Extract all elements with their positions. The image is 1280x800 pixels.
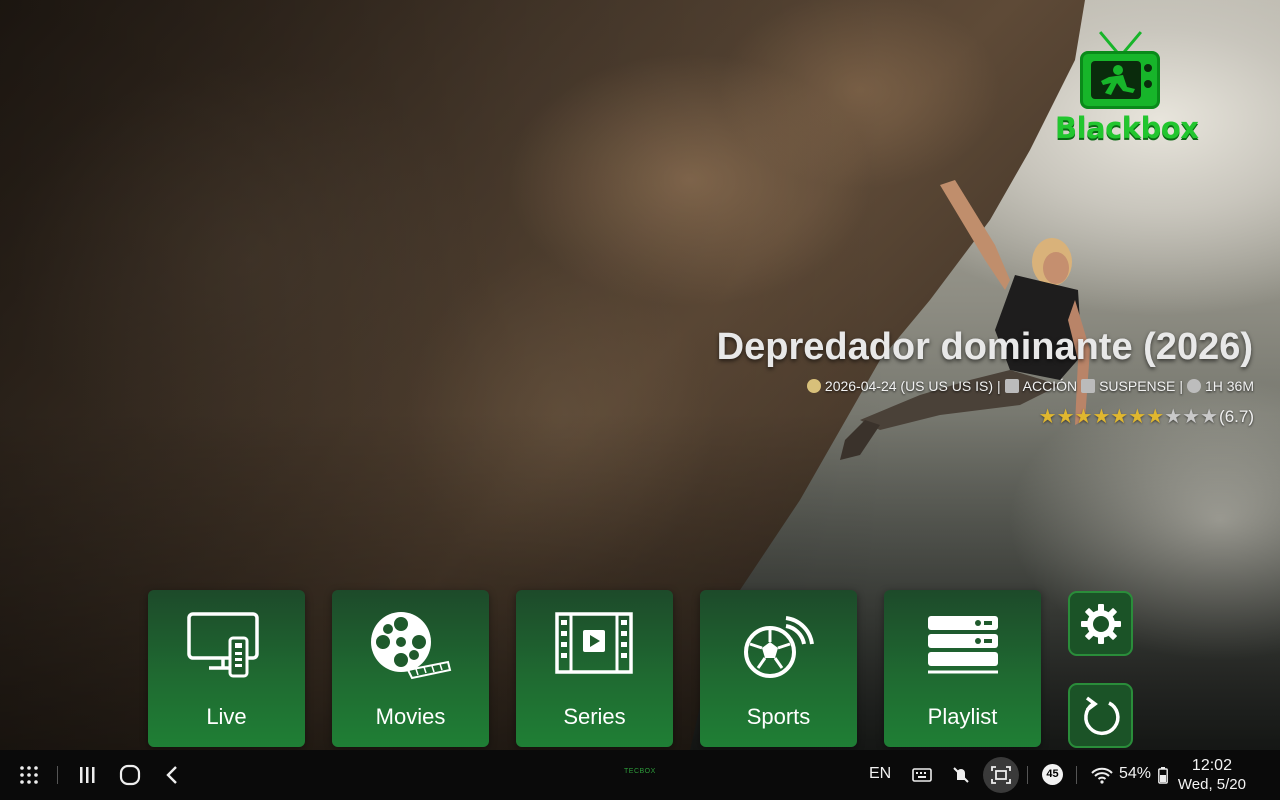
logo-tv-screen xyxy=(1091,61,1141,99)
apps-grid-button[interactable] xyxy=(18,763,40,787)
star-filled-icon: ★ xyxy=(1056,406,1075,428)
film-strip-play-icon xyxy=(555,612,633,674)
playlist-server-icon xyxy=(928,616,998,674)
meta-separator: | xyxy=(996,378,1001,394)
clock-time: 12:02 xyxy=(1191,757,1232,774)
center-logo: TECBOX xyxy=(624,768,656,775)
settings-button[interactable] xyxy=(1068,591,1133,656)
nav-divider xyxy=(57,766,58,784)
battery-percent: 54% xyxy=(1119,765,1152,782)
star-filled-icon: ★ xyxy=(1074,406,1093,428)
screen-capture-icon xyxy=(991,766,1011,784)
release-date: 2026-04-24 (US US US IS) xyxy=(824,378,993,394)
live-tile-label: Live xyxy=(206,704,247,729)
playlist-tile-label: Playlist xyxy=(927,704,998,729)
movies-tile-label: Movies xyxy=(375,704,446,729)
logo-antenna-right xyxy=(1122,31,1143,53)
main-menu: Live Movies Series Sports Playlist xyxy=(148,590,1041,747)
sports-tile-label: Sports xyxy=(746,704,811,729)
logo-player-icon xyxy=(1101,65,1135,95)
star-empty-icon: ★ xyxy=(1182,406,1201,428)
gear-icon xyxy=(1080,603,1121,644)
star-filled-icon: ★ xyxy=(1110,406,1129,428)
mute-icon xyxy=(953,767,969,783)
logo-text: Blackbox xyxy=(1055,111,1199,145)
timer-icon xyxy=(1186,379,1201,393)
featured-meta: 2026-04-24 (US US US IS) | ACCIÓN SUSPEN… xyxy=(806,378,1254,394)
genre-2: SUSPENSE xyxy=(1099,378,1176,394)
movies-tile[interactable]: Movies xyxy=(332,590,489,747)
wifi-indicator xyxy=(1090,763,1114,787)
clock-date: Wed, 5/20 xyxy=(1177,776,1246,793)
nav-divider xyxy=(1027,766,1028,784)
apps-grid-icon xyxy=(20,766,38,784)
back-button[interactable] xyxy=(164,763,180,787)
soccer-ball-icon xyxy=(744,616,814,678)
film-reel-icon xyxy=(371,612,452,680)
mute-button[interactable] xyxy=(950,763,972,787)
star-filled-icon: ★ xyxy=(1146,406,1165,428)
logo-tv-knob xyxy=(1144,64,1152,72)
logo-antenna-left xyxy=(1098,31,1119,53)
series-tile[interactable]: Series xyxy=(516,590,673,747)
meta-separator: | xyxy=(1179,378,1183,394)
battery-indicator xyxy=(1157,763,1169,787)
nav-divider xyxy=(1076,766,1077,784)
sports-tile[interactable]: Sports xyxy=(700,590,857,747)
recents-icon xyxy=(80,767,95,783)
blackbox-logo: Blackbox xyxy=(1055,25,1199,155)
disc-icon xyxy=(806,379,821,393)
clapperboard-icon xyxy=(1081,379,1096,393)
genre-1: ACCIÓN xyxy=(1022,378,1078,394)
wifi-icon xyxy=(1091,767,1113,784)
star-empty-icon: ★ xyxy=(1164,406,1183,428)
series-tile-label: Series xyxy=(563,704,626,729)
rating-value: (6.7) xyxy=(1219,407,1254,426)
home-icon xyxy=(119,764,141,786)
logo-tv-icon xyxy=(1080,51,1160,109)
star-empty-icon: ★ xyxy=(1200,406,1219,428)
language-indicator[interactable]: EN xyxy=(869,765,891,783)
refresh-button[interactable] xyxy=(1068,683,1133,748)
refresh-icon xyxy=(1083,696,1120,735)
clock: 12:02 Wed, 5/20 xyxy=(1178,756,1246,794)
keyboard-icon xyxy=(912,768,932,782)
battery-icon xyxy=(1158,766,1168,784)
back-icon xyxy=(166,766,177,784)
logo-tv-knob xyxy=(1144,80,1152,88)
home-button[interactable] xyxy=(119,763,141,787)
keyboard-button[interactable] xyxy=(911,763,933,787)
playlist-tile[interactable]: Playlist xyxy=(884,590,1041,747)
system-bar: TECBOX EN 45 54% 12:02 Wed, 5/20 xyxy=(0,750,1280,800)
tv-remote-icon xyxy=(187,612,259,678)
screen-capture-button[interactable] xyxy=(983,757,1019,793)
recents-button[interactable] xyxy=(77,763,97,787)
live-tile[interactable]: Live xyxy=(148,590,305,747)
star-filled-icon: ★ xyxy=(1038,406,1057,428)
notification-count-badge[interactable]: 45 xyxy=(1042,764,1063,785)
featured-title: Depredador dominante (2026) xyxy=(716,326,1253,368)
star-rating: ★★★★★★★★★★ (6.7) xyxy=(1039,405,1254,429)
rating-stars: ★★★★★★★★★★ xyxy=(1039,405,1218,429)
star-filled-icon: ★ xyxy=(1128,406,1147,428)
duration: 1H 36M xyxy=(1204,378,1254,394)
clapperboard-icon xyxy=(1004,379,1019,393)
star-filled-icon: ★ xyxy=(1092,406,1111,428)
